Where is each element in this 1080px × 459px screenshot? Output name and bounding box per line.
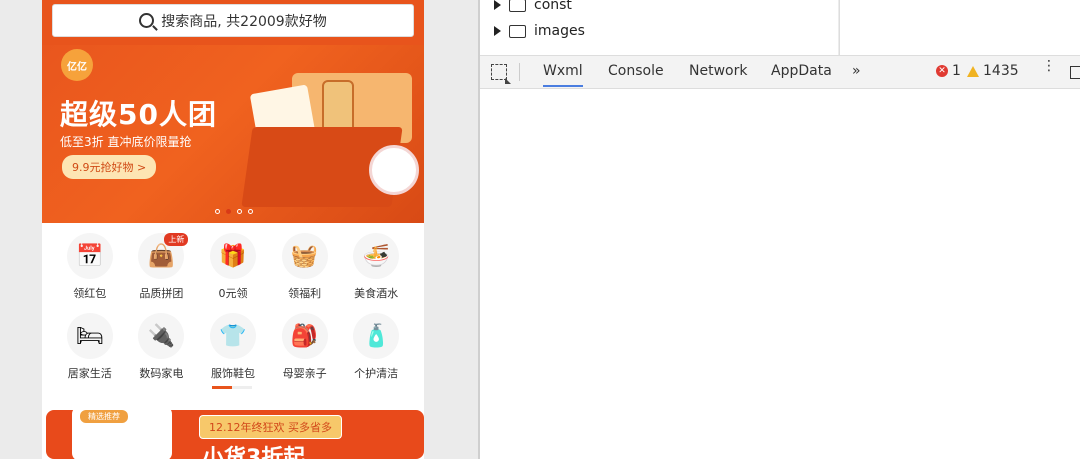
calendar-check-icon: 📅 (66, 233, 113, 279)
category-item[interactable]: 👕 服饰鞋包 (203, 313, 263, 381)
warning-counter[interactable]: 1435 (967, 63, 1019, 79)
category-item[interactable]: 🧺 领福利 (275, 233, 335, 301)
error-counter[interactable]: ✕ 1 (936, 63, 961, 79)
tab-network[interactable]: Network (689, 63, 747, 79)
toolbar-separator (519, 63, 520, 81)
more-options-icon[interactable]: ⋮ (1042, 59, 1056, 73)
category-label: 母婴亲子 (282, 367, 327, 380)
category-label: 居家生活 (67, 367, 112, 380)
promo-headline: 小货3折起 (202, 446, 306, 459)
noodle-bowl-icon: 🍜 (353, 233, 400, 279)
warning-icon (967, 65, 979, 77)
more-tabs-button[interactable]: » (852, 63, 861, 79)
backpack-icon: 🎒 (281, 313, 328, 359)
file-tree: const images (480, 0, 838, 55)
search-icon (139, 13, 155, 28)
dock-side-icon[interactable] (1070, 66, 1080, 79)
category-item[interactable]: 🎁 0元领 (203, 233, 263, 301)
banner-title: 超级50人团 (60, 98, 217, 131)
category-label: 0元领 (218, 287, 248, 300)
category-grid: 📅 领红包 👜 上新 品质拼团 🎁 0元领 🧺 领福利 🍜 美食酒水 🛏 居家生活 🔌 数码家电 👕 服饰鞋包… (42, 233, 424, 393)
editor-pane (839, 0, 1080, 55)
error-icon: ✕ (936, 65, 948, 77)
category-label: 个护清洁 (354, 367, 399, 380)
folder-icon (509, 24, 526, 38)
promo-pill: 12.12年终狂欢 买多省多 (199, 415, 342, 439)
iron-icon: 🔌 (138, 313, 185, 359)
search-placeholder: 搜索商品, 共22009款好物 (161, 13, 327, 30)
tshirt-icon: 👕 (209, 313, 256, 359)
phone-simulator: 搜索商品, 共22009款好物 亿亿 超级50人团 低至3折 直冲底价限量抢 9… (42, 0, 424, 459)
element-picker-icon[interactable] (491, 64, 511, 84)
category-item[interactable]: 🎒 母婴亲子 (275, 313, 335, 381)
devtools-toolbar: Wxml Console Network AppData » ✕ 1 1435 … (480, 55, 1080, 89)
category-row: 🛏 居家生活 🔌 数码家电 👕 服饰鞋包 🎒 母婴亲子 🧴 个护清洁 (42, 313, 424, 381)
warning-count: 1435 (983, 63, 1019, 79)
category-label: 数码家电 (139, 367, 184, 380)
tree-item-const[interactable]: const (494, 0, 572, 13)
grid-page-indicator (212, 386, 252, 389)
tab-appdata[interactable]: AppData (771, 63, 832, 79)
banner-subtitle: 低至3折 直冲底价限量抢 (60, 135, 192, 149)
carousel-dot[interactable] (248, 209, 253, 214)
category-item[interactable]: 🔌 数码家电 (131, 313, 191, 381)
category-label: 领红包 (73, 287, 107, 300)
category-label: 品质拼团 (139, 287, 184, 300)
folder-icon (509, 0, 526, 12)
carousel-dot-active[interactable] (226, 209, 231, 214)
category-item[interactable]: 🍜 美食酒水 (346, 233, 406, 301)
brand-logo: 亿亿 (61, 49, 93, 81)
category-item[interactable]: 👜 上新 品质拼团 (131, 233, 191, 301)
carousel-dot[interactable] (215, 209, 220, 214)
carousel-dots (215, 209, 253, 214)
search-input[interactable]: 搜索商品, 共22009款好物 (52, 4, 414, 37)
error-count: 1 (952, 63, 961, 79)
expand-arrow-icon[interactable] (494, 26, 501, 36)
gift-box-icon: 🎁 (209, 233, 256, 279)
expand-arrow-icon[interactable] (494, 0, 501, 10)
category-label: 服饰鞋包 (210, 367, 255, 380)
bed-icon: 🛏 (66, 313, 113, 359)
tab-wxml[interactable]: Wxml (543, 63, 583, 87)
category-label: 领福利 (288, 287, 322, 300)
category-label: 美食酒水 (354, 287, 399, 300)
promo-card-tag: 精选推荐 (80, 410, 128, 423)
storage-box-icon: 🧴 (353, 313, 400, 359)
tree-item-label: images (534, 23, 585, 39)
tab-console[interactable]: Console (608, 63, 664, 79)
wxml-panel (480, 89, 1080, 459)
banner-cta-button[interactable]: 9.9元抢好物 > (62, 155, 157, 179)
tree-item-label: const (534, 0, 572, 13)
category-item[interactable]: 📅 领红包 (60, 233, 120, 301)
search-bar-container: 搜索商品, 共22009款好物 (42, 0, 424, 45)
new-badge: 上新 (164, 233, 189, 246)
category-item[interactable]: 🛏 居家生活 (60, 313, 120, 381)
category-row: 📅 领红包 👜 上新 品质拼团 🎁 0元领 🧺 领福利 🍜 美食酒水 (42, 233, 424, 301)
promo-banner[interactable]: 亿亿 超级50人团 低至3折 直冲底价限量抢 9.9元抢好物 > (42, 45, 424, 223)
carousel-dot[interactable] (237, 209, 242, 214)
gift-basket-icon: 🧺 (281, 233, 328, 279)
promo-section[interactable]: 精选推荐 12.12年终狂欢 买多省多 小货3折起 (42, 402, 424, 459)
banner-mirror-image (369, 145, 419, 195)
category-item[interactable]: 🧴 个护清洁 (346, 313, 406, 381)
tree-item-images[interactable]: images (494, 23, 585, 39)
